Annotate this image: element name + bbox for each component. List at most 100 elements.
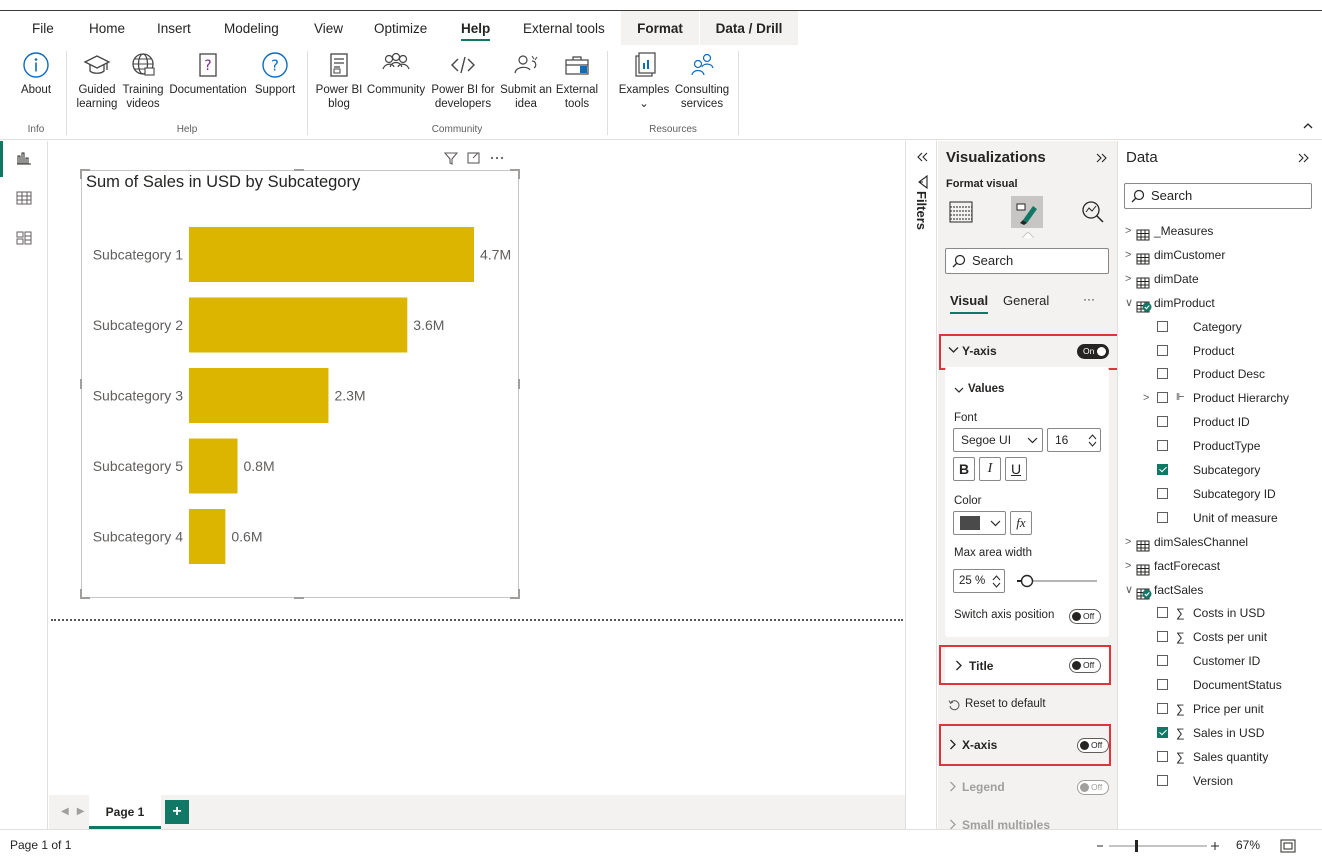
external-tools-button[interactable]: External tools xyxy=(554,45,600,111)
build-visual-icon[interactable] xyxy=(948,199,974,225)
field-checkbox[interactable] xyxy=(1157,511,1168,523)
field-checkbox[interactable] xyxy=(1157,607,1168,619)
bar[interactable] xyxy=(189,297,408,353)
data-search-input[interactable]: Search xyxy=(1124,183,1312,209)
filters-pane-collapsed[interactable]: Filters xyxy=(905,141,937,829)
graduation-cap-icon xyxy=(83,55,111,74)
tab-format[interactable]: Format xyxy=(621,11,699,45)
field-checkbox[interactable] xyxy=(1157,320,1168,332)
collapse-ribbon-icon[interactable] xyxy=(1303,121,1313,129)
field-checkbox[interactable] xyxy=(1157,368,1168,380)
add-page-button[interactable]: + xyxy=(165,800,189,824)
color-picker[interactable] xyxy=(953,511,1006,535)
reset-to-default-button[interactable]: Reset to default xyxy=(944,695,1104,715)
values-section-label[interactable]: Values xyxy=(968,383,1004,395)
support-button[interactable]: ? Support xyxy=(250,45,300,97)
table-view-button[interactable] xyxy=(0,181,48,217)
chevron-right-icon[interactable]: > xyxy=(1125,530,1131,554)
community-button[interactable]: Community xyxy=(364,45,428,97)
tab-general[interactable]: General xyxy=(1003,293,1049,308)
tab-modeling[interactable]: Modeling xyxy=(224,11,279,45)
legend-toggle[interactable]: Off xyxy=(1077,780,1109,795)
bar-chart-visual[interactable]: Subcategory 1 4.7M Subcategory 2 3.6M Subcat… xyxy=(80,169,520,599)
training-videos-button[interactable]: Training videos xyxy=(120,45,166,111)
slider-thumb[interactable] xyxy=(1020,574,1034,588)
guided-learning-button[interactable]: Guided learning xyxy=(74,45,120,111)
font-family-select[interactable]: Segoe UI xyxy=(953,428,1043,452)
bar[interactable] xyxy=(189,368,329,423)
documentation-button[interactable]: ? Documentation xyxy=(166,45,250,97)
consulting-services-button[interactable]: Consulting services xyxy=(672,45,732,111)
chevron-right-icon[interactable]: > xyxy=(1125,243,1131,267)
field-checkbox[interactable] xyxy=(1157,464,1168,475)
max-area-width-slider[interactable] xyxy=(1015,573,1099,589)
expand-left-icon[interactable] xyxy=(915,151,929,163)
field-name: Product Hierarchy xyxy=(1193,391,1290,406)
report-view-button[interactable] xyxy=(0,141,48,177)
globe-icon xyxy=(132,53,155,76)
field-checkbox[interactable] xyxy=(1157,487,1168,499)
tab-insert[interactable]: Insert xyxy=(157,11,191,45)
field-checkbox[interactable] xyxy=(1157,440,1168,452)
tab-view[interactable]: View xyxy=(314,11,343,45)
tab-visual[interactable]: Visual xyxy=(950,293,989,314)
small-multiples-section-header[interactable]: Small multiples xyxy=(940,811,1116,829)
zoom-slider[interactable] xyxy=(1095,839,1225,853)
chevron-down-icon[interactable]: ∨ xyxy=(1125,291,1133,315)
bar[interactable] xyxy=(189,509,226,564)
tab-data-drill[interactable]: Data / Drill xyxy=(700,11,798,45)
legend-section-header[interactable]: Legend Off xyxy=(940,769,1116,803)
tab-external-tools[interactable]: External tools xyxy=(523,11,605,45)
powerbi-blog-button[interactable]: Power BI blog xyxy=(314,45,364,111)
field-checkbox[interactable] xyxy=(1157,703,1168,714)
switch-axis-position-toggle[interactable]: Off xyxy=(1069,609,1101,624)
bold-button[interactable]: B xyxy=(953,457,975,481)
about-button[interactable]: About xyxy=(14,45,58,97)
field-checkbox[interactable] xyxy=(1157,774,1168,786)
collapse-right-icon[interactable] xyxy=(1297,152,1311,164)
chevron-right-icon[interactable]: > xyxy=(1143,386,1149,410)
tab-optimize[interactable]: Optimize xyxy=(374,11,427,45)
field-checkbox[interactable] xyxy=(1157,416,1168,428)
field-checkbox[interactable] xyxy=(1157,750,1168,762)
powerbi-for-developers-button[interactable]: Power BI for developers xyxy=(428,45,498,111)
page-nav-arrows[interactable]: ◀▶ xyxy=(61,795,92,829)
more-options-icon[interactable]: ··· xyxy=(1083,292,1095,306)
chevron-right-icon[interactable]: > xyxy=(1125,554,1131,578)
focus-mode-icon[interactable] xyxy=(467,152,480,164)
viz-search-input[interactable]: Search xyxy=(945,248,1109,274)
tab-file[interactable]: File xyxy=(32,11,54,45)
toolbox-icon xyxy=(565,56,589,75)
field-checkbox[interactable] xyxy=(1157,726,1168,738)
field-checkbox[interactable] xyxy=(1157,679,1168,691)
field-checkbox[interactable] xyxy=(1157,655,1168,667)
field-checkbox[interactable] xyxy=(1157,344,1168,356)
zoom-slider-thumb[interactable] xyxy=(1135,840,1138,852)
conditional-format-button[interactable]: fx xyxy=(1010,511,1032,535)
field-checkbox[interactable] xyxy=(1157,631,1168,643)
analytics-icon[interactable] xyxy=(1080,199,1106,225)
bar[interactable] xyxy=(189,438,238,494)
chevron-right-icon[interactable]: > xyxy=(1125,267,1131,291)
collapse-right-icon[interactable] xyxy=(1095,152,1109,164)
filter-icon[interactable] xyxy=(443,152,459,165)
tab-help[interactable]: Help xyxy=(461,11,491,45)
examples-button[interactable]: Examples ⌄ xyxy=(614,45,674,111)
model-view-button[interactable] xyxy=(0,221,48,257)
field-checkbox[interactable] xyxy=(1157,392,1168,404)
format-visual-tab[interactable] xyxy=(1011,196,1043,228)
max-area-width-stepper[interactable]: 25 % xyxy=(953,569,1005,593)
page-tab-page-1[interactable]: Page 1 xyxy=(89,795,161,829)
chevron-down-icon[interactable]: ∨ xyxy=(1125,578,1133,602)
more-options-icon[interactable] xyxy=(490,156,504,160)
report-canvas[interactable]: Subcategory 1 4.7M Subcategory 2 3.6M Subcat… xyxy=(49,141,905,795)
chevron-right-icon[interactable]: > xyxy=(1125,219,1131,243)
bar[interactable] xyxy=(189,227,474,282)
fit-to-page-icon[interactable] xyxy=(1280,839,1296,853)
italic-button[interactable]: I xyxy=(979,457,1001,481)
underline-button[interactable]: U xyxy=(1005,457,1027,481)
sigma-icon: ∑ xyxy=(1176,606,1185,621)
tab-home[interactable]: Home xyxy=(89,11,125,45)
submit-idea-button[interactable]: Submit an idea xyxy=(498,45,554,111)
font-size-stepper[interactable]: 16 xyxy=(1047,428,1101,452)
